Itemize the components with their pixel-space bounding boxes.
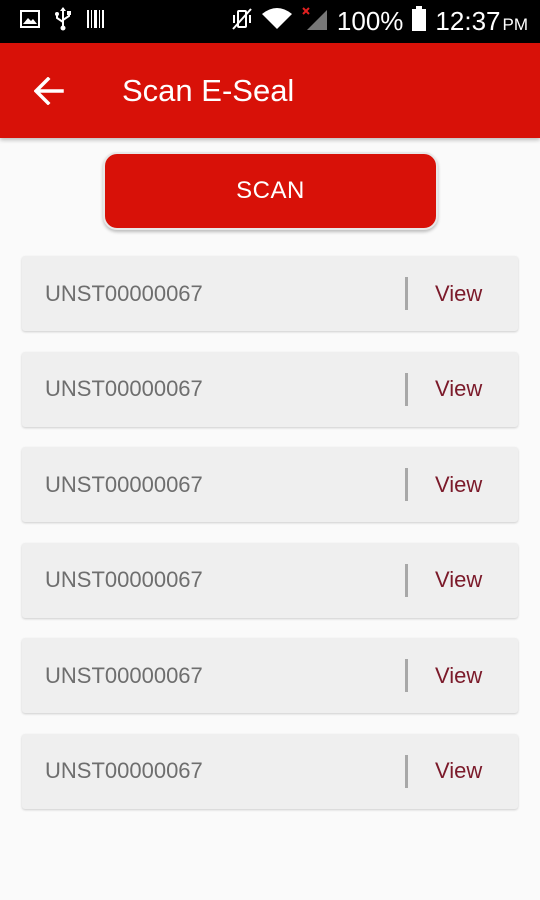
seal-id: UNST00000067 — [45, 376, 203, 402]
view-button[interactable]: View — [435, 758, 482, 784]
clock-time: 12:37 — [435, 6, 501, 36]
battery-icon — [411, 6, 427, 37]
seal-id: UNST00000067 — [45, 471, 203, 497]
divider — [405, 277, 408, 310]
seal-id: UNST00000067 — [45, 758, 203, 784]
seal-id: UNST00000067 — [45, 567, 203, 593]
list-item: UNST00000067 View — [22, 447, 518, 523]
status-bar: 100% 12:37 PM — [0, 0, 540, 43]
view-button[interactable]: View — [435, 567, 482, 593]
back-button[interactable] — [24, 66, 74, 116]
signal-no-service-icon — [301, 6, 329, 37]
view-button[interactable]: View — [435, 281, 482, 307]
divider — [405, 372, 408, 406]
divider — [405, 563, 408, 597]
app-bar: Scan E-Seal — [0, 43, 540, 138]
scan-button[interactable]: SCAN — [103, 152, 438, 230]
seal-id: UNST00000067 — [45, 280, 203, 306]
gallery-icon — [20, 10, 40, 33]
seal-id: UNST00000067 — [45, 662, 203, 688]
divider — [405, 468, 408, 502]
list-item: UNST00000067 View — [22, 542, 518, 618]
divider — [405, 659, 408, 693]
arrow-left-icon — [34, 76, 64, 105]
wifi-icon — [261, 7, 293, 36]
list-item: UNST00000067 View — [22, 638, 518, 714]
vibrate-mute-icon — [231, 7, 253, 36]
clock-suffix: PM — [502, 15, 529, 34]
seal-list: UNST00000067 View UNST00000067 View UNST… — [22, 256, 518, 830]
clock: 12:37 PM — [435, 6, 528, 37]
list-item: UNST00000067 View — [22, 256, 518, 331]
usb-icon — [54, 7, 72, 36]
divider — [405, 754, 408, 788]
list-item: UNST00000067 View — [22, 351, 518, 427]
view-button[interactable]: View — [435, 376, 482, 402]
page-title: Scan E-Seal — [122, 72, 295, 108]
battery-percent: 100% — [336, 6, 404, 36]
list-item: UNST00000067 View — [22, 733, 518, 809]
view-button[interactable]: View — [435, 472, 482, 498]
view-button[interactable]: View — [435, 663, 482, 689]
barcode-icon — [86, 9, 106, 34]
